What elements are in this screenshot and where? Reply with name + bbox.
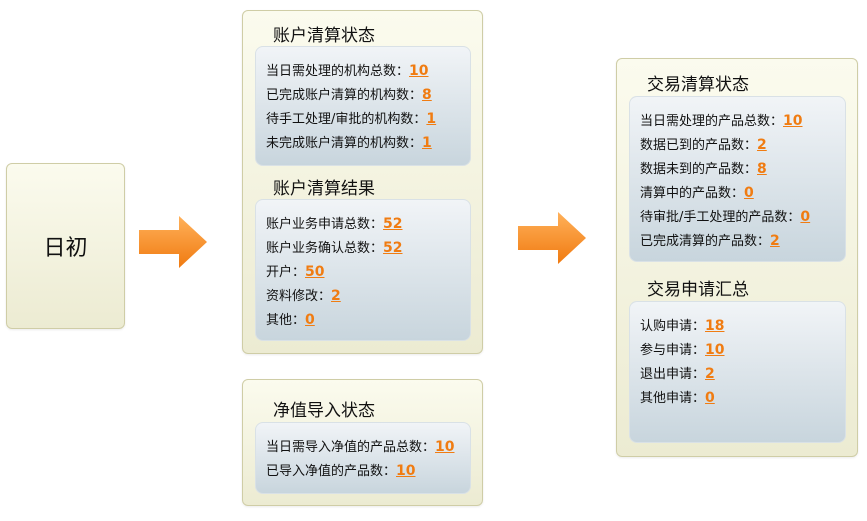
- row-value-link[interactable]: 10: [396, 463, 415, 479]
- nav-import-panel: 净值导入状态 当日需导入净值的产品总数：10 已导入净值的产品数：10: [242, 379, 483, 506]
- row-value-link[interactable]: 0: [744, 185, 754, 201]
- start-of-day-label: 日初: [43, 236, 88, 261]
- row-label: 数据已到的产品数：: [640, 138, 758, 153]
- trade-summary-box: 认购申请：18 参与申请：10 退出申请：2 其他申请：0: [629, 301, 846, 443]
- trade-summary-row: 参与申请：10: [640, 338, 835, 362]
- row-value-link[interactable]: 0: [305, 312, 315, 328]
- row-label: 已完成账户清算的机构数：: [266, 88, 423, 103]
- row-value-link[interactable]: 10: [409, 63, 428, 79]
- account-result-row: 其他：0: [266, 308, 460, 332]
- row-label: 资料修改：: [266, 289, 332, 304]
- row-label: 已导入净值的产品数：: [266, 464, 397, 479]
- trade-summary-row: 其他申请：0: [640, 386, 835, 410]
- row-label: 未完成账户清算的机构数：: [266, 136, 423, 151]
- trade-status-title: 交易清算状态: [647, 75, 749, 95]
- row-value-link[interactable]: 18: [705, 318, 724, 334]
- row-value-link[interactable]: 1: [426, 111, 436, 127]
- trade-status-row: 已完成清算的产品数：2: [640, 229, 835, 253]
- arrow-right-icon: [518, 212, 586, 264]
- account-result-box: 账户业务申请总数：52 账户业务确认总数：52 开户：50 资料修改：2 其他：…: [255, 199, 471, 341]
- account-status-row: 未完成账户清算的机构数：1: [266, 131, 460, 155]
- row-value-link[interactable]: 2: [757, 137, 767, 153]
- trade-summary-row: 退出申请：2: [640, 362, 835, 386]
- account-panel: 账户清算状态 当日需处理的机构总数：10 已完成账户清算的机构数：8 待手工处理…: [242, 10, 483, 354]
- row-value-link[interactable]: 0: [705, 390, 715, 406]
- arrow-right-icon: [139, 216, 207, 268]
- account-result-row: 开户：50: [266, 260, 460, 284]
- trade-summary-row: 认购申请：18: [640, 314, 835, 338]
- row-label: 其他申请：: [640, 391, 706, 406]
- row-value-link[interactable]: 50: [305, 264, 324, 280]
- row-value-link[interactable]: 10: [783, 113, 802, 129]
- trade-status-row: 数据已到的产品数：2: [640, 133, 835, 157]
- row-value-link[interactable]: 52: [383, 240, 402, 256]
- row-label: 认购申请：: [640, 319, 706, 334]
- account-status-title: 账户清算状态: [273, 26, 375, 46]
- nav-import-box: 当日需导入净值的产品总数：10 已导入净值的产品数：10: [255, 422, 471, 494]
- row-value-link[interactable]: 10: [705, 342, 724, 358]
- row-label: 账户业务申请总数：: [266, 217, 384, 232]
- trade-summary-title: 交易申请汇总: [647, 280, 749, 300]
- row-label: 退出申请：: [640, 367, 706, 382]
- account-status-row: 待手工处理/审批的机构数：1: [266, 107, 460, 131]
- start-of-day-block: 日初: [6, 163, 125, 329]
- row-value-link[interactable]: 8: [757, 161, 767, 177]
- row-label: 当日需处理的机构总数：: [266, 64, 410, 79]
- trade-status-row: 清算中的产品数：0: [640, 181, 835, 205]
- row-value-link[interactable]: 0: [800, 209, 810, 225]
- row-label: 已完成清算的产品数：: [640, 234, 771, 249]
- row-label: 开户：: [266, 265, 306, 280]
- row-value-link[interactable]: 2: [705, 366, 715, 382]
- row-value-link[interactable]: 52: [383, 216, 402, 232]
- account-status-box: 当日需处理的机构总数：10 已完成账户清算的机构数：8 待手工处理/审批的机构数…: [255, 46, 471, 166]
- row-label: 账户业务确认总数：: [266, 241, 384, 256]
- row-label: 数据未到的产品数：: [640, 162, 758, 177]
- trade-status-row: 待审批/手工处理的产品数：0: [640, 205, 835, 229]
- trade-status-row: 当日需处理的产品总数：10: [640, 109, 835, 133]
- nav-import-row: 已导入净值的产品数：10: [266, 459, 460, 483]
- nav-import-title: 净值导入状态: [273, 401, 375, 421]
- account-result-row: 资料修改：2: [266, 284, 460, 308]
- row-label: 参与申请：: [640, 343, 706, 358]
- row-value-link[interactable]: 8: [422, 87, 432, 103]
- row-label: 其他：: [266, 313, 306, 328]
- nav-import-row: 当日需导入净值的产品总数：10: [266, 435, 460, 459]
- row-label: 当日需处理的产品总数：: [640, 114, 784, 129]
- account-status-row: 当日需处理的机构总数：10: [266, 59, 460, 83]
- account-result-title: 账户清算结果: [273, 179, 375, 199]
- row-value-link[interactable]: 2: [770, 233, 780, 249]
- row-value-link[interactable]: 10: [435, 439, 454, 455]
- row-value-link[interactable]: 1: [422, 135, 432, 151]
- account-result-row: 账户业务确认总数：52: [266, 236, 460, 260]
- row-label: 待手工处理/审批的机构数：: [266, 112, 427, 127]
- trade-status-box: 当日需处理的产品总数：10 数据已到的产品数：2 数据未到的产品数：8 清算中的…: [629, 96, 846, 262]
- row-label: 清算中的产品数：: [640, 186, 745, 201]
- account-status-row: 已完成账户清算的机构数：8: [266, 83, 460, 107]
- row-label: 待审批/手工处理的产品数：: [640, 210, 801, 225]
- trade-status-row: 数据未到的产品数：8: [640, 157, 835, 181]
- trade-panel: 交易清算状态 当日需处理的产品总数：10 数据已到的产品数：2 数据未到的产品数…: [616, 58, 858, 457]
- row-label: 当日需导入净值的产品总数：: [266, 440, 436, 455]
- row-value-link[interactable]: 2: [331, 288, 341, 304]
- account-result-row: 账户业务申请总数：52: [266, 212, 460, 236]
